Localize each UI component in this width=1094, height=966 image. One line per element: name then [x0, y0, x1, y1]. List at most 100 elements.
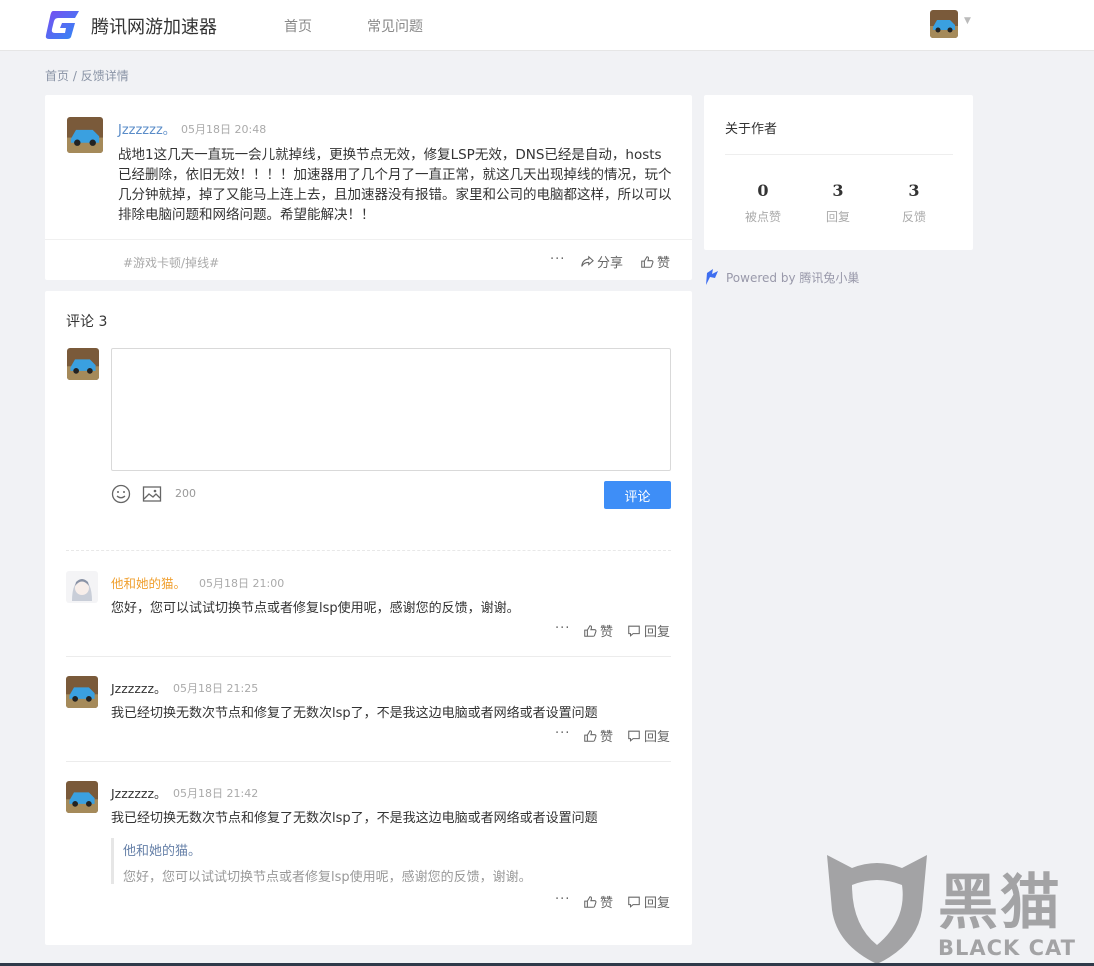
commenter-avatar[interactable] — [66, 781, 98, 813]
more-button[interactable]: ··· — [555, 892, 570, 907]
avatar-car-icon — [66, 781, 98, 813]
comment-author[interactable]: Jzzzzzz。 — [111, 678, 167, 697]
comment-body: 您好，您可以试试切换节点或者修复lsp使用呢，感谢您的反馈，谢谢。 — [111, 601, 520, 616]
quoted-reply: 他和她的猫。 您好，您可以试试切换节点或者修复lsp使用呢，感谢您的反馈，谢谢。 — [111, 838, 651, 885]
stat-label: 回复 — [825, 210, 850, 224]
brand-name[interactable]: 腾讯网游加速器 — [91, 13, 217, 39]
post-time: 05月18日 20:48 — [181, 123, 267, 136]
user-avatar[interactable] — [930, 10, 958, 38]
comment-item: 他和她的猫。 05月18日 21:00 您好，您可以试试切换节点或者修复lsp使… — [66, 571, 671, 641]
more-button[interactable]: ··· — [550, 252, 565, 267]
reply-label: 回复 — [644, 625, 671, 640]
commenter-avatar[interactable] — [66, 571, 98, 603]
stat-value: 3 — [832, 181, 844, 200]
comment-body: 我已经切换无数次节点和修复了无数次lsp了，不是我这边电脑或者网络或者设置问题 — [111, 706, 598, 721]
reply-label: 回复 — [644, 896, 671, 911]
quote-body: 您好，您可以试试切换节点或者修复lsp使用呢，感谢您的反馈，谢谢。 — [123, 870, 532, 885]
share-button[interactable]: 分享 — [580, 252, 623, 271]
about-author-card: 关于作者 0 被点赞 3 回复 3 反馈 — [704, 95, 973, 250]
breadcrumb-home[interactable]: 首页 — [45, 69, 69, 83]
txc-logo-icon — [706, 269, 718, 285]
comment-item: Jzzzzzz。 05月18日 21:42 我已经切换无数次节点和修复了无数次l… — [66, 781, 671, 911]
comment-bubble-icon — [628, 730, 640, 742]
reply-button[interactable]: 回复 — [627, 892, 670, 911]
avatar-car-icon — [66, 676, 98, 708]
comment-time: 05月18日 21:25 — [173, 682, 259, 695]
stat-replies: 3 回复 — [803, 181, 873, 225]
like-label: 赞 — [600, 625, 614, 640]
divider — [725, 154, 953, 155]
stat-label: 被点赞 — [744, 210, 781, 224]
comments-title: 评论 3 — [66, 314, 108, 330]
like-label: 赞 — [600, 730, 614, 745]
comment-bubble-icon — [628, 896, 640, 908]
my-avatar — [67, 348, 99, 380]
comment-author[interactable]: 他和她的猫。 — [111, 573, 186, 592]
thumbs-up-icon — [641, 255, 654, 268]
comments-card: 评论 3 200 评论 他和她的猫。 05月18日 21:00 您好，您可以试试… — [45, 291, 692, 945]
stat-value: 3 — [908, 181, 920, 200]
comment-body: 我已经切换无数次节点和修复了无数次lsp了，不是我这边电脑或者网络或者设置问题 — [111, 811, 598, 826]
powered-by[interactable]: Powered by 腾讯兔小巢 — [704, 268, 859, 286]
post-card: Jzzzzzz。 05月18日 20:48 战地1这几天一直玩一会儿就掉线，更换… — [45, 95, 692, 280]
quote-author: 他和她的猫。 — [123, 844, 202, 859]
watermark-en: BLACK CAT — [938, 936, 1076, 960]
avatar-car-icon — [930, 10, 958, 38]
image-upload-button[interactable] — [142, 484, 162, 508]
avatar-car-icon — [67, 348, 99, 380]
like-button[interactable]: 赞 — [583, 892, 613, 911]
comment-input[interactable] — [111, 348, 671, 471]
divider — [66, 550, 671, 551]
stat-likes: 0 被点赞 — [728, 181, 798, 225]
like-label: 赞 — [600, 896, 614, 911]
thumbs-up-icon — [584, 895, 597, 908]
post-body: 战地1这几天一直玩一会儿就掉线，更换节点无效，修复LSP无效，DNS已经是自动，… — [118, 147, 672, 223]
reply-button[interactable]: 回复 — [627, 621, 670, 640]
nav-faq[interactable]: 常见问题 — [367, 16, 423, 36]
post-footer: #游戏卡顿/掉线# ··· 分享 赞 — [45, 239, 692, 280]
reply-label: 回复 — [644, 730, 671, 745]
stat-label: 反馈 — [901, 210, 926, 224]
comment-time: 05月18日 21:00 — [199, 577, 285, 590]
post-author[interactable]: Jzzzzzz。 — [118, 119, 176, 138]
comment-author[interactable]: Jzzzzzz。 — [111, 783, 167, 802]
logo-icon[interactable] — [45, 9, 81, 41]
black-cat-watermark: 黑猫 BLACK CAT — [822, 850, 1094, 966]
comment-time: 05月18日 21:42 — [173, 787, 259, 800]
like-label: 赞 — [657, 256, 671, 271]
avatar-anime-icon — [66, 571, 98, 603]
breadcrumb-current: 反馈详情 — [80, 69, 129, 83]
author-avatar[interactable] — [67, 117, 103, 153]
powered-label: Powered by 腾讯兔小巢 — [726, 270, 860, 285]
comment-bubble-icon — [628, 625, 640, 637]
stat-feedback: 3 反馈 — [879, 181, 949, 225]
top-header: 腾讯网游加速器 首页 常见问题 ▼ — [0, 0, 1094, 51]
comment-item: Jzzzzzz。 05月18日 21:25 我已经切换无数次节点和修复了无数次l… — [66, 676, 671, 746]
nav-home[interactable]: 首页 — [284, 16, 312, 36]
divider — [66, 656, 671, 657]
like-button[interactable]: 赞 — [640, 252, 670, 271]
breadcrumb: 首页 / 反馈详情 — [45, 67, 129, 84]
more-button[interactable]: ··· — [555, 621, 570, 636]
char-count: 200 — [175, 487, 196, 500]
like-button[interactable]: 赞 — [583, 621, 613, 640]
reply-button[interactable]: 回复 — [627, 726, 670, 745]
divider — [66, 761, 671, 762]
breadcrumb-separator: / — [69, 69, 81, 83]
thumbs-up-icon — [584, 729, 597, 742]
avatar-car-icon — [67, 117, 103, 153]
watermark-cn: 黑猫 — [938, 868, 1062, 938]
like-button[interactable]: 赞 — [583, 726, 613, 745]
share-label: 分享 — [597, 256, 624, 271]
emoji-button[interactable] — [111, 484, 131, 508]
share-icon — [581, 255, 594, 267]
post-tag[interactable]: #游戏卡顿/掉线# — [123, 254, 219, 271]
smiley-icon — [111, 484, 131, 504]
submit-comment-button[interactable]: 评论 — [604, 481, 671, 509]
thumbs-up-icon — [584, 624, 597, 637]
commenter-avatar[interactable] — [66, 676, 98, 708]
more-button[interactable]: ··· — [555, 726, 570, 741]
cat-shield-icon — [827, 855, 927, 964]
chevron-down-icon[interactable]: ▼ — [964, 16, 971, 26]
image-icon — [142, 486, 162, 502]
